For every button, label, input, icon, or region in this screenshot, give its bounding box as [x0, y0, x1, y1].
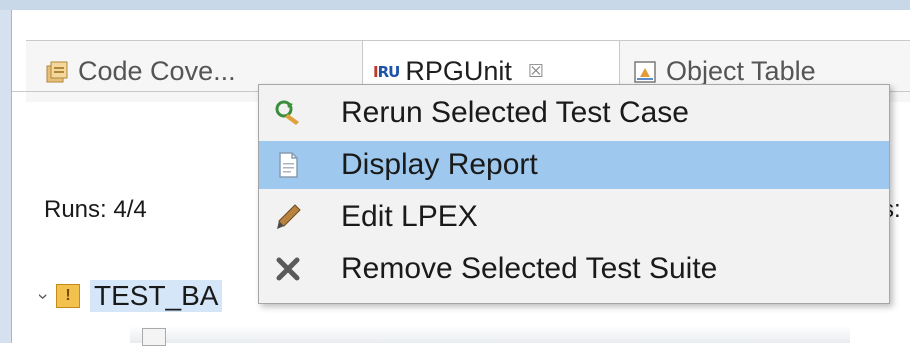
remove-x-icon	[273, 254, 303, 284]
test-suite-tree-row[interactable]: › ! TEST_BA	[34, 276, 223, 316]
tab-label: Code Cove...	[78, 56, 236, 86]
test-case-icon	[142, 328, 166, 346]
code-coverage-icon	[44, 59, 70, 85]
object-table-icon	[632, 59, 658, 85]
tab-label: RPGUnit	[405, 56, 512, 86]
view-tab-bar: Code Cove... IRU RPGUnit ☒ Object Table	[12, 10, 910, 102]
tab-label: Object Table	[666, 56, 816, 86]
tree-next-row	[130, 326, 850, 346]
menu-item-label: Rerun Selected Test Case	[341, 96, 689, 129]
test-suite-label: TEST_BA	[90, 280, 223, 312]
menu-item-remove-selected-test-suite[interactable]: Remove Selected Test Suite	[259, 245, 889, 293]
rpgunit-icon: IRU	[373, 62, 400, 81]
context-menu: Rerun Selected Test Case Display Report …	[258, 84, 890, 304]
pencil-icon	[273, 202, 303, 232]
window-top-strip	[0, 0, 910, 10]
menu-item-label: Edit LPEX	[341, 200, 478, 233]
warning-icon: !	[56, 284, 80, 308]
runs-counter: Runs: 4/4	[44, 196, 147, 223]
menu-item-display-report[interactable]: Display Report	[259, 141, 889, 189]
close-icon[interactable]: ☒	[528, 61, 544, 82]
menu-item-label: Display Report	[341, 148, 538, 181]
chevron-down-icon[interactable]: ›	[33, 293, 54, 299]
menu-item-edit-lpex[interactable]: Edit LPEX	[259, 193, 889, 241]
menu-item-rerun-selected-test-case[interactable]: Rerun Selected Test Case	[259, 89, 889, 137]
rerun-icon	[273, 98, 303, 128]
menu-item-label: Remove Selected Test Suite	[341, 252, 718, 285]
report-document-icon	[273, 150, 303, 180]
